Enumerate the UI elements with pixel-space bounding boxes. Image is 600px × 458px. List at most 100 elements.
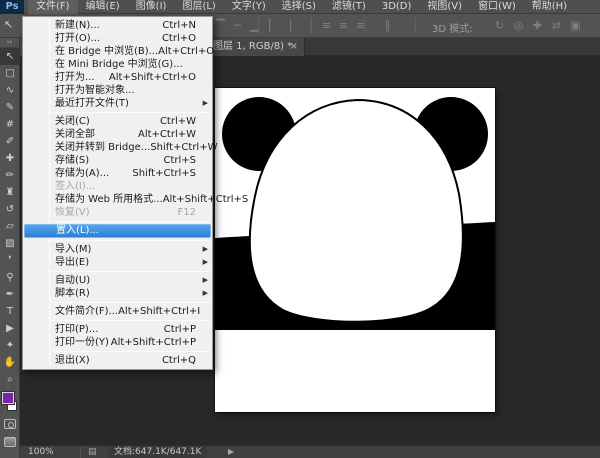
- crop-tool[interactable]: #: [0, 116, 20, 133]
- menu-帮助(H)[interactable]: 帮助(H): [524, 0, 575, 14]
- 3d-mode-label: 3D 模式:: [432, 20, 473, 35]
- foreground-color-swatch[interactable]: [2, 392, 14, 404]
- collapse-panel-icon[interactable]: ››: [0, 38, 19, 48]
- file-menu-item[interactable]: 存储(S)Ctrl+S: [23, 154, 212, 167]
- menu-separator: [51, 112, 211, 113]
- file-menu-item[interactable]: 脚本(R)▶: [23, 287, 212, 300]
- align-right-edges-icon[interactable]: ▕: [300, 18, 315, 33]
- 3d-scale-icon[interactable]: ▣: [568, 18, 583, 33]
- zoom-tool[interactable]: ⌕: [0, 371, 20, 388]
- dodge-tool[interactable]: ⚲: [0, 269, 20, 286]
- menu-item-label: 新建(N)...: [55, 19, 100, 32]
- distribute-bottom-edges-icon[interactable]: ≡: [353, 18, 368, 33]
- file-menu-item[interactable]: 在 Bridge 中浏览(B)...Alt+Ctrl+O: [23, 45, 212, 58]
- menu-滤镜(T)[interactable]: 滤镜(T): [324, 0, 374, 14]
- file-menu-item[interactable]: 置入(L)...: [24, 224, 211, 238]
- menu-separator: [51, 320, 211, 321]
- file-menu-item[interactable]: 存储为(A)...Shift+Ctrl+S: [23, 167, 212, 180]
- menu-图像(I)[interactable]: 图像(I): [128, 0, 175, 14]
- file-menu-item[interactable]: 新建(N)... Ctrl+N: [23, 19, 212, 32]
- file-menu-item[interactable]: 导出(E)▶: [23, 256, 212, 269]
- history-brush-tool[interactable]: ↺: [0, 201, 20, 218]
- file-menu-item[interactable]: 文件简介(F)...Alt+Shift+Ctrl+I: [23, 305, 212, 318]
- file-menu-item[interactable]: 导入(M) ▶: [23, 243, 212, 256]
- status-divider: [80, 447, 81, 458]
- menu-文件(F)[interactable]: 文件(F): [28, 0, 78, 14]
- menu-编辑(E)[interactable]: 编辑(E): [78, 0, 128, 14]
- menu-选择(S)[interactable]: 选择(S): [274, 0, 324, 14]
- status-options-arrow-icon[interactable]: ▶: [228, 446, 234, 458]
- pen-tool[interactable]: ✒: [0, 286, 20, 303]
- file-menu-item[interactable]: 在 Mini Bridge 中浏览(G)...: [23, 58, 212, 71]
- close-tab-icon[interactable]: ×: [290, 38, 298, 56]
- file-menu-item[interactable]: 自动(U)▶: [23, 274, 212, 287]
- quick-mask-mode-button[interactable]: [4, 419, 16, 429]
- menu-item-shortcut: Ctrl+S: [163, 154, 208, 167]
- align-top-edges-icon[interactable]: ▔: [213, 18, 228, 33]
- file-menu-item[interactable]: 打开为智能对象...: [23, 84, 212, 97]
- menu-item-label: 打开为...: [55, 71, 95, 84]
- file-menu-item[interactable]: 打开(O)... Ctrl+O: [23, 32, 212, 45]
- lasso-tool[interactable]: ∿: [0, 82, 20, 99]
- file-menu-item[interactable]: 存储为 Web 所用格式...Alt+Shift+Ctrl+S: [23, 193, 212, 206]
- file-menu-item[interactable]: 打印(P)...Ctrl+P: [23, 323, 212, 336]
- menu-窗口(W)[interactable]: 窗口(W): [470, 0, 524, 14]
- file-menu-item[interactable]: 关闭(C)Ctrl+W: [23, 115, 212, 128]
- hand-tool[interactable]: ✋: [0, 354, 20, 371]
- menu-3D(D)[interactable]: 3D(D): [374, 0, 420, 14]
- 3d-rotate-icon[interactable]: ↻: [492, 18, 507, 33]
- menu-item-shortcut: Alt+Shift+Ctrl+S: [163, 193, 261, 206]
- eyedropper-tool[interactable]: ✐: [0, 133, 20, 150]
- menu-视图(V)[interactable]: 视图(V): [419, 0, 470, 14]
- align-horizontal-centers-icon[interactable]: │: [283, 18, 298, 33]
- file-menu-item[interactable]: 关闭全部Alt+Ctrl+W: [23, 128, 212, 141]
- menu-item-shortcut: Ctrl+W: [160, 115, 208, 128]
- menu-item-label: 恢复(V): [55, 206, 90, 219]
- 3d-slide-icon[interactable]: ⇄: [549, 18, 564, 33]
- menu-item-shortcut: F12: [178, 206, 208, 219]
- zoom-level-field[interactable]: 100%: [28, 446, 54, 458]
- file-menu-dropdown: 新建(N)... Ctrl+N 打开(O)... Ctrl+O在 Bridge 中浏览…: [22, 16, 213, 370]
- marquee-tool[interactable]: □: [0, 65, 20, 82]
- menu-item-label: 导入(M): [55, 243, 91, 256]
- file-menu-item[interactable]: 退出(X)Ctrl+Q: [23, 354, 212, 367]
- healing-brush-tool[interactable]: ✚: [0, 150, 20, 167]
- 3d-roll-icon[interactable]: ◎: [511, 18, 526, 33]
- 3d-drag-icon[interactable]: ✚: [530, 18, 545, 33]
- menu-item-shortcut: Ctrl+O: [162, 32, 208, 45]
- menu-文字(Y)[interactable]: 文字(Y): [224, 0, 274, 14]
- menu-item-label: 存储为 Web 所用格式...: [55, 193, 163, 206]
- file-menu-item[interactable]: 打开为...Alt+Shift+Ctrl+O: [23, 71, 212, 84]
- menu-item-shortcut: Alt+Shift+Ctrl+P: [111, 336, 208, 349]
- status-bar: 100% ▤ 文档:647.1K/647.1K ▶: [20, 445, 600, 458]
- distribute-widths-icon[interactable]: ∥: [380, 18, 395, 33]
- menu-item-label: 关闭并转到 Bridge...: [55, 141, 150, 154]
- shape-tool[interactable]: ✦: [0, 337, 20, 354]
- gradient-tool[interactable]: ▨: [0, 235, 20, 252]
- clone-stamp-tool[interactable]: ♜: [0, 184, 20, 201]
- distribute-top-edges-icon[interactable]: ≡: [319, 18, 334, 33]
- align-vertical-centers-icon[interactable]: ─: [230, 18, 245, 33]
- align-left-edges-icon[interactable]: ▏: [266, 18, 281, 33]
- document-canvas[interactable]: [215, 88, 495, 412]
- document-size-info: 文档:647.1K/647.1K: [108, 446, 207, 458]
- eraser-tool[interactable]: ▱: [0, 218, 20, 235]
- blur-tool[interactable]: ❜: [0, 252, 20, 269]
- quick-selection-tool[interactable]: ✎: [0, 99, 20, 116]
- type-tool[interactable]: T: [0, 303, 20, 320]
- distribute-vertical-centers-icon[interactable]: ≡: [336, 18, 351, 33]
- path-selection-tool[interactable]: ▶: [0, 320, 20, 337]
- menu-item-label: 打开(O)...: [55, 32, 100, 45]
- menu-item-shortcut: Ctrl+N: [162, 19, 208, 32]
- screen-mode-button[interactable]: [4, 437, 16, 447]
- file-menu-item[interactable]: 关闭并转到 Bridge...Shift+Ctrl+W: [23, 141, 212, 154]
- brush-tool[interactable]: ✏: [0, 167, 20, 184]
- submenu-arrow-icon: ▶: [203, 243, 208, 256]
- menu-图层(L)[interactable]: 图层(L): [174, 0, 223, 14]
- file-menu-item[interactable]: 最近打开文件(T)▶: [23, 97, 212, 110]
- move-tool[interactable]: ↖: [0, 48, 20, 65]
- menu-separator: [51, 271, 211, 272]
- menu-separator: [51, 302, 211, 303]
- align-bottom-edges-icon[interactable]: ▁: [247, 18, 262, 33]
- file-menu-item[interactable]: 打印一份(Y)Alt+Shift+Ctrl+P: [23, 336, 212, 349]
